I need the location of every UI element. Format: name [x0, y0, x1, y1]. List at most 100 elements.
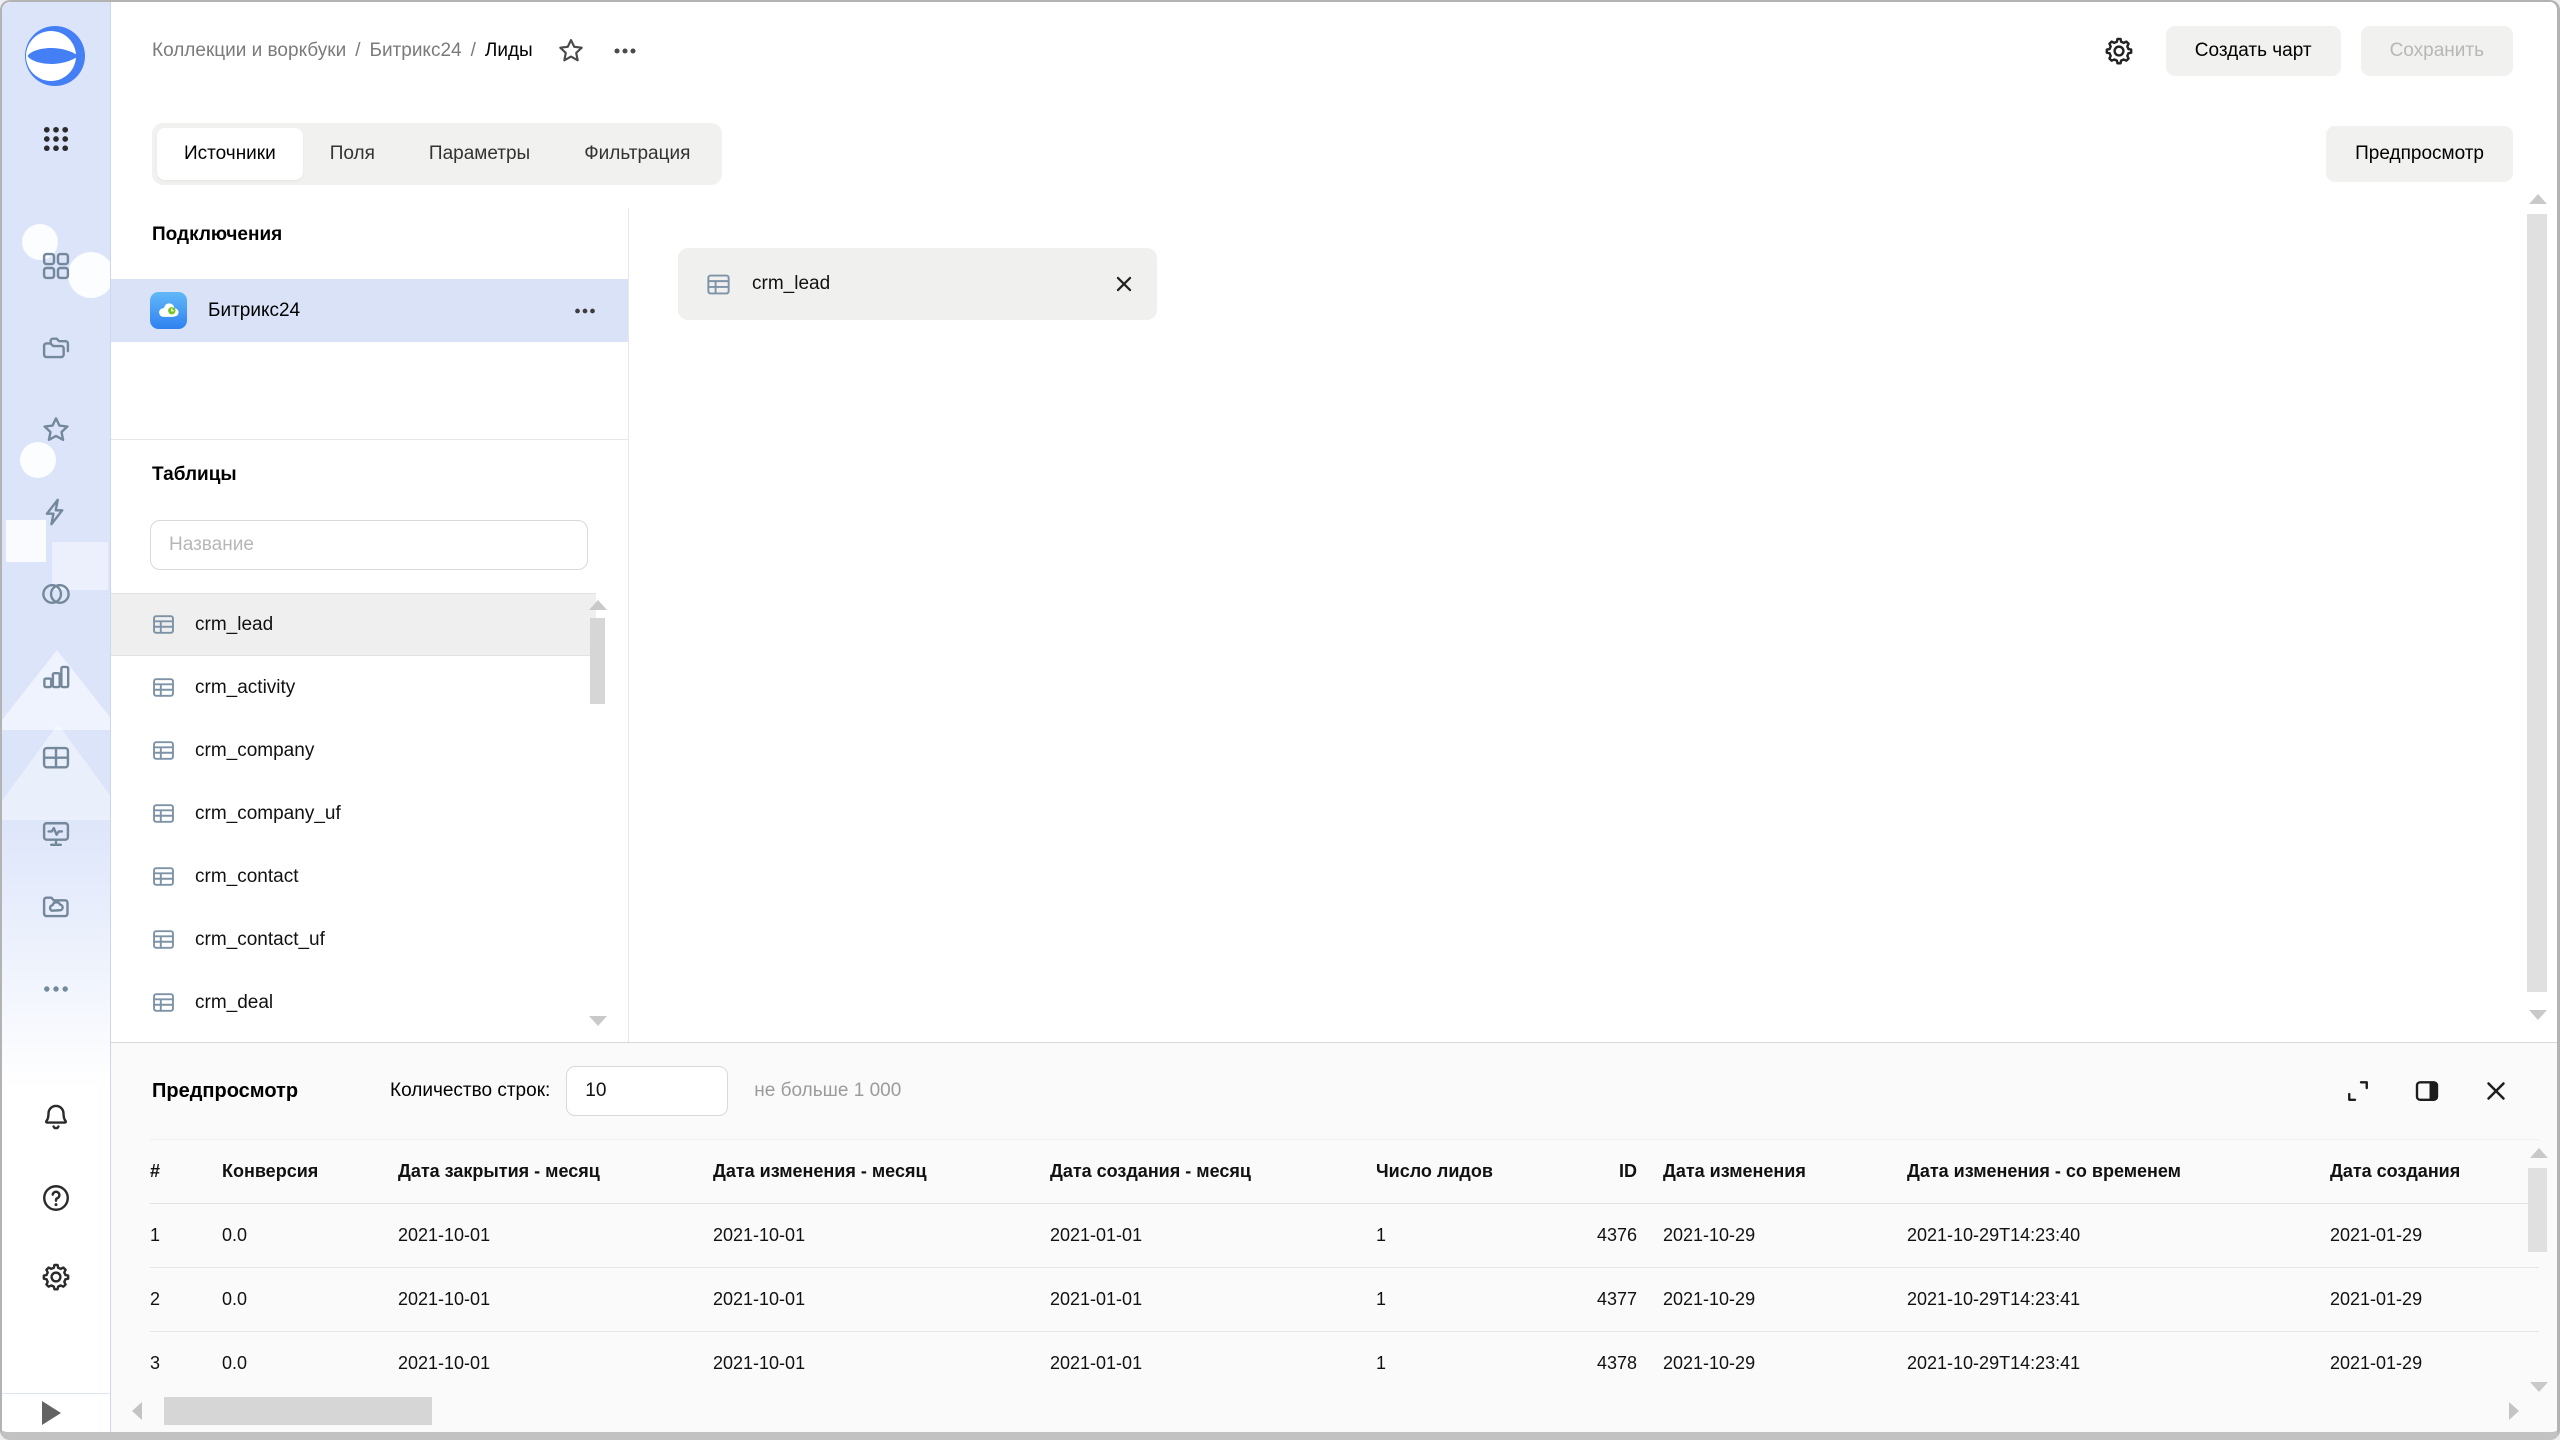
- row-count-hint: не больше 1 000: [754, 1080, 901, 1102]
- column-header: Дата изменения: [1663, 1140, 1907, 1204]
- top-header: Коллекции и воркбуки / Битрикс24 / Лиды …: [110, 2, 2557, 100]
- create-chart-button[interactable]: Создать чарт: [2166, 26, 2341, 76]
- favorite-star-icon[interactable]: [555, 35, 587, 67]
- table-list-item-crm_lead[interactable]: crm_lead: [110, 593, 596, 656]
- preview-expand-icon[interactable]: [2343, 1076, 2373, 1106]
- preview-close-icon[interactable]: [2481, 1076, 2511, 1106]
- save-button[interactable]: Сохранить: [2361, 26, 2513, 76]
- table-cell: 2021-10-29T14:23:40: [1907, 1204, 2330, 1268]
- preview-scrollbar-thumb[interactable]: [2528, 1168, 2547, 1252]
- table-cell: 1: [1376, 1204, 1565, 1268]
- table-cell: 1: [1376, 1332, 1565, 1387]
- connection-more-icon[interactable]: [570, 296, 600, 326]
- datalens-logo[interactable]: [25, 26, 85, 86]
- sidebar-help-icon[interactable]: [36, 1178, 76, 1218]
- app-window: Коллекции и воркбуки / Битрикс24 / Лиды …: [0, 0, 2560, 1440]
- table-cell: 4377: [1565, 1268, 1663, 1332]
- sidebar-more-icon[interactable]: [36, 969, 76, 1009]
- tab-Фильтрация[interactable]: Фильтрация: [557, 128, 717, 180]
- table-cell: 0.0: [222, 1332, 398, 1387]
- row-count-input[interactable]: [566, 1066, 728, 1116]
- connections-title: Подключения: [152, 224, 282, 246]
- breadcrumb-separator: /: [471, 40, 476, 62]
- list-scroll-up-icon[interactable]: [589, 600, 607, 610]
- apps-grid-icon[interactable]: [36, 119, 76, 159]
- sidebar-storage-icon[interactable]: [36, 887, 76, 927]
- table-list-item-crm_contact_uf[interactable]: crm_contact_uf: [110, 908, 596, 971]
- table-row: 30.02021-10-012021-10-012021-01-01143782…: [150, 1332, 2539, 1387]
- table-row: 10.02021-10-012021-10-012021-01-01143762…: [150, 1204, 2539, 1268]
- table-cell: 2021-10-01: [398, 1332, 713, 1387]
- dataset-tabs: ИсточникиПоляПараметрыФильтрация: [152, 123, 722, 185]
- preview-scroll-down-icon[interactable]: [2530, 1382, 2548, 1392]
- sidebar-charts-icon[interactable]: [36, 656, 76, 696]
- table-list-item-crm_company[interactable]: crm_company: [110, 719, 596, 782]
- table-cell: 2021-10-01: [713, 1332, 1050, 1387]
- source-chip-crm-lead[interactable]: crm_lead: [678, 248, 1157, 320]
- column-header: Дата создания: [2330, 1140, 2539, 1204]
- column-header: #: [150, 1140, 222, 1204]
- table-list-item-crm_activity[interactable]: crm_activity: [110, 656, 596, 719]
- sidebar-favorites-icon[interactable]: [36, 410, 76, 450]
- canvas-scroll-up-icon[interactable]: [2529, 194, 2547, 204]
- table-cell: 2021-10-01: [713, 1204, 1050, 1268]
- more-menu-icon[interactable]: [609, 35, 641, 67]
- tab-row: ИсточникиПоляПараметрыФильтрация Предпро…: [110, 99, 2557, 209]
- hscroll-right-icon[interactable]: [2509, 1402, 2519, 1420]
- table-cell: 2021-10-29T14:23:41: [1907, 1268, 2330, 1332]
- table-row: 20.02021-10-012021-10-012021-01-01143772…: [150, 1268, 2539, 1332]
- list-scroll-down-icon[interactable]: [589, 1016, 607, 1026]
- sidebar-collections-icon[interactable]: [36, 328, 76, 368]
- table-cell: 4376: [1565, 1204, 1663, 1268]
- sidebar-connections-icon[interactable]: [36, 492, 76, 532]
- preview-hscrollbar: [132, 1397, 2519, 1425]
- sidebar: [2, 2, 111, 1432]
- breadcrumb-collections-link[interactable]: Коллекции и воркбуки: [152, 40, 346, 62]
- breadcrumb-current-dataset: Лиды: [485, 40, 533, 62]
- preview-toggle-button[interactable]: Предпросмотр: [2326, 126, 2513, 182]
- header-actions: Создать чарт Сохранить: [2100, 26, 2513, 76]
- sidebar-notifications-icon[interactable]: [36, 1097, 76, 1137]
- sidebar-settings-icon[interactable]: [36, 1257, 76, 1297]
- table-list-item-crm_company_uf[interactable]: crm_company_uf: [110, 782, 596, 845]
- sidebar-expand-button[interactable]: [42, 1400, 72, 1426]
- sidebar-datasets-icon[interactable]: [36, 574, 76, 614]
- column-header: Число лидов: [1376, 1140, 1565, 1204]
- preview-dock-side-icon[interactable]: [2412, 1076, 2442, 1106]
- canvas-scroll-down-icon[interactable]: [2529, 1010, 2547, 1020]
- breadcrumb-workbook-link[interactable]: Битрикс24: [369, 40, 461, 62]
- column-header: Дата изменения - со временем: [1907, 1140, 2330, 1204]
- preview-table: #КонверсияДата закрытия - месяцДата изме…: [150, 1139, 2539, 1386]
- sidebar-monitoring-icon[interactable]: [36, 814, 76, 854]
- play-icon: [42, 1401, 61, 1425]
- preview-scroll-up-icon[interactable]: [2530, 1148, 2548, 1158]
- chip-remove-icon[interactable]: [1111, 271, 1137, 297]
- sources-canvas[interactable]: crm_lead: [629, 208, 2557, 1042]
- table-cell: 2: [150, 1268, 222, 1332]
- table-list-item-crm_deal[interactable]: crm_deal: [110, 971, 596, 1034]
- table-cell: 2021-01-29: [2330, 1332, 2539, 1387]
- tables-title: Таблицы: [152, 464, 237, 486]
- tab-Поля[interactable]: Поля: [303, 128, 402, 180]
- sidebar-widgets-icon[interactable]: [36, 246, 76, 286]
- table-cell: 2021-10-29: [1663, 1204, 1907, 1268]
- table-list-item-crm_contact[interactable]: crm_contact: [110, 845, 596, 908]
- table-search-input[interactable]: [150, 520, 588, 570]
- list-scrollbar-thumb[interactable]: [590, 618, 605, 704]
- table-cell: 2021-10-01: [398, 1204, 713, 1268]
- row-count-label: Количество строк:: [390, 1080, 550, 1102]
- canvas-scrollbar-thumb[interactable]: [2527, 214, 2547, 992]
- table-cell: 0.0: [222, 1268, 398, 1332]
- breadcrumb: Коллекции и воркбуки / Битрикс24 / Лиды: [152, 35, 641, 67]
- dataset-settings-gear-icon[interactable]: [2100, 32, 2138, 70]
- column-header: ID: [1565, 1140, 1663, 1204]
- table-cell: 2021-10-29T14:23:41: [1907, 1332, 2330, 1387]
- table-cell: 3: [150, 1332, 222, 1387]
- hscrollbar-thumb[interactable]: [164, 1397, 432, 1425]
- tab-Параметры[interactable]: Параметры: [402, 128, 557, 180]
- connection-item-bitrix24[interactable]: Битрикс24: [110, 279, 628, 342]
- tab-Источники[interactable]: Источники: [157, 128, 303, 180]
- hscroll-left-icon[interactable]: [132, 1402, 142, 1420]
- chip-label: crm_lead: [752, 273, 830, 295]
- sidebar-dashboards-icon[interactable]: [36, 738, 76, 778]
